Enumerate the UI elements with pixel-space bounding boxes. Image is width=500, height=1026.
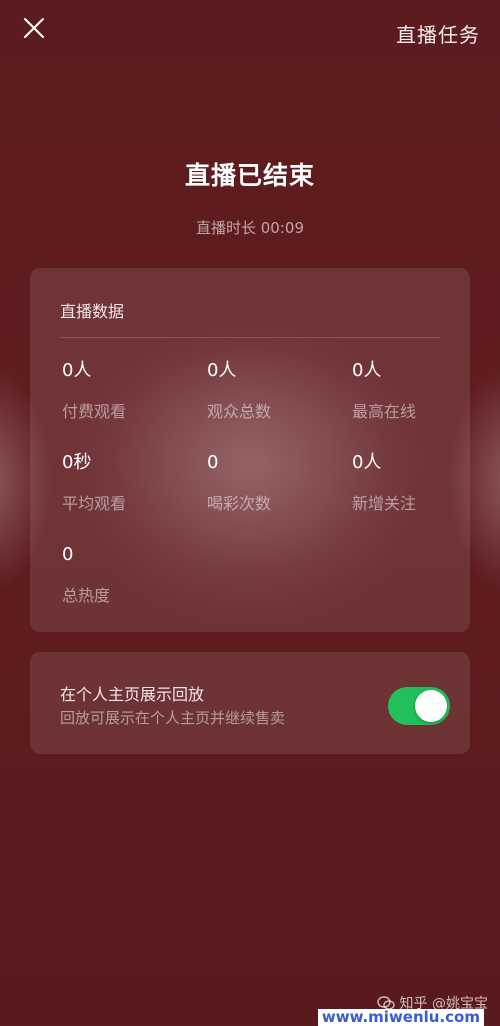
stat-label: 平均观看 — [62, 494, 127, 513]
close-button[interactable] — [22, 16, 46, 40]
stat-average-watch: 0秒 平均观看 — [62, 450, 202, 514]
site-watermark-text: www.miwenlu.com — [317, 1009, 484, 1026]
replay-setting-title: 在个人主页展示回放 — [60, 685, 205, 704]
stat-total-heat: 0 总热度 — [62, 542, 202, 606]
replay-setting-card: 在个人主页展示回放 回放可展示在个人主页并继续售卖 — [30, 652, 470, 754]
stat-value: 0人 — [352, 360, 382, 381]
stat-label: 最高在线 — [352, 402, 417, 421]
live-stats-card: 直播数据 0人 付费观看 0人 观众总数 0人 最高在线 0秒 平均观看 0 喝… — [30, 268, 470, 632]
live-duration: 直播时长 00:09 — [196, 219, 304, 237]
stat-value: 0 — [207, 452, 219, 473]
stats-divider — [60, 337, 440, 338]
stat-label: 观众总数 — [207, 402, 272, 421]
close-icon — [24, 18, 44, 38]
page-title: 直播已结束 — [184, 161, 315, 190]
stat-value: 0秒 — [62, 452, 92, 473]
stat-value: 0 — [62, 544, 74, 565]
stat-total-viewers: 0人 观众总数 — [207, 358, 347, 422]
site-watermark: www.miwenlu.com — [0, 1007, 500, 1026]
replay-toggle[interactable] — [388, 687, 450, 725]
stat-value: 0人 — [62, 360, 92, 381]
stat-value: 0人 — [352, 452, 382, 473]
stat-value: 0人 — [207, 360, 237, 381]
stat-label: 新增关注 — [352, 494, 417, 513]
stat-cheers: 0 喝彩次数 — [207, 450, 347, 514]
stat-paid-views: 0人 付费观看 — [62, 358, 202, 422]
stat-peak-online: 0人 最高在线 — [352, 358, 492, 422]
replay-setting-description: 回放可展示在个人主页并继续售卖 — [60, 709, 286, 727]
stat-new-followers: 0人 新增关注 — [352, 450, 492, 514]
stat-label: 喝彩次数 — [207, 494, 272, 513]
stats-card-title: 直播数据 — [60, 302, 125, 321]
live-task-button[interactable]: 直播任务 — [396, 19, 480, 48]
stat-label: 付费观看 — [62, 402, 127, 421]
stat-label: 总热度 — [62, 586, 111, 605]
toggle-knob — [415, 690, 447, 722]
